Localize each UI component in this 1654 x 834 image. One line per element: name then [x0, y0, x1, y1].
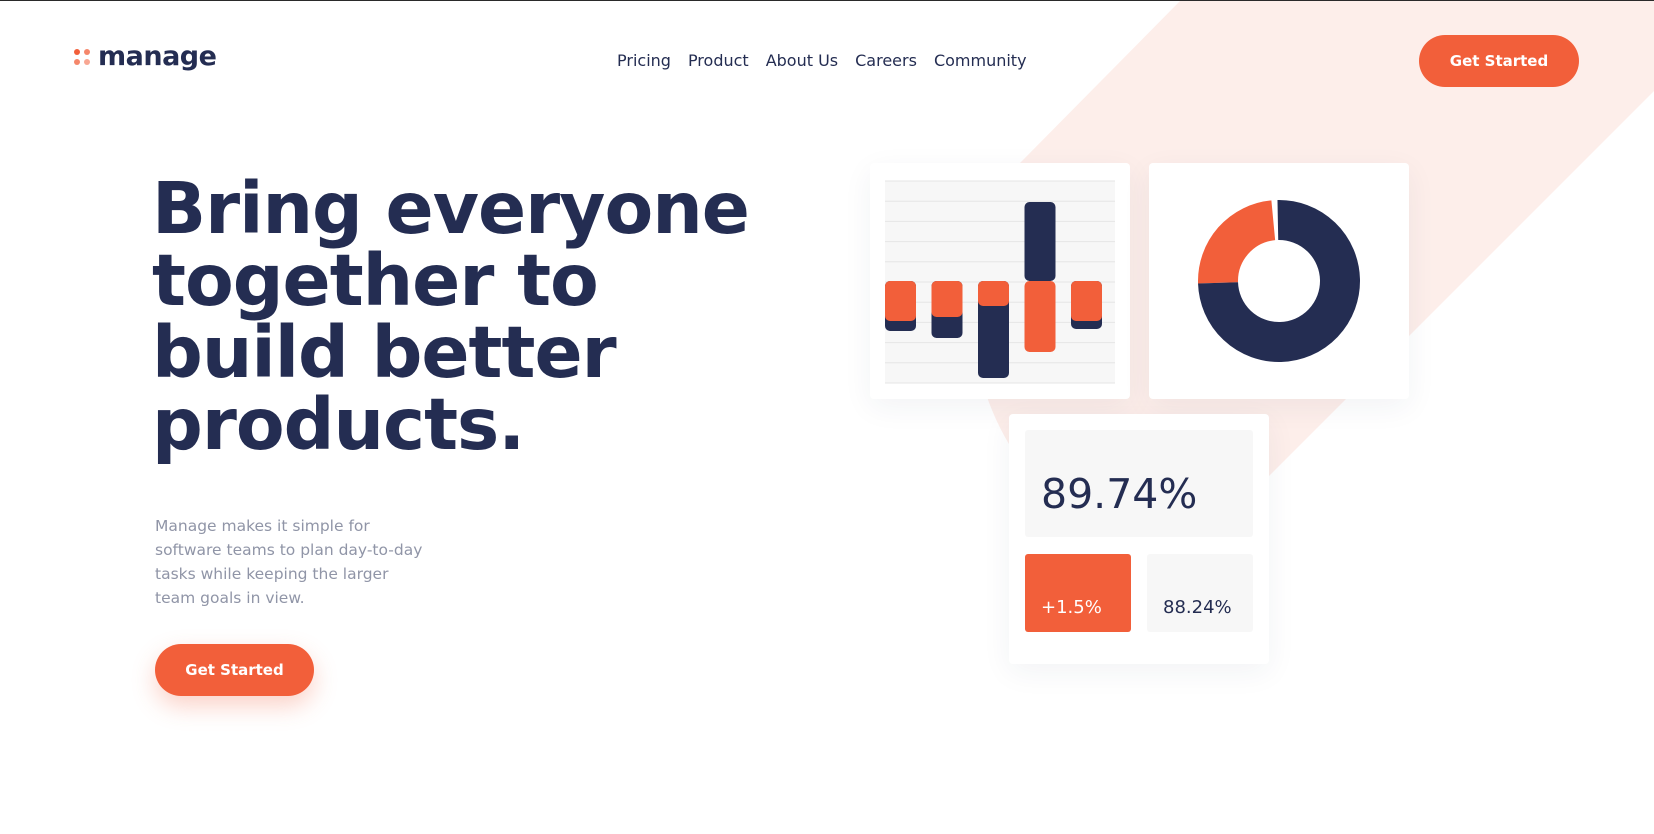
logo[interactable]: manage — [74, 41, 217, 72]
bar-segment — [1071, 281, 1102, 321]
bar-segment — [931, 281, 963, 317]
nav-pricing[interactable]: Pricing — [617, 51, 671, 70]
nav-careers[interactable]: Careers — [855, 51, 917, 70]
donut-slice — [1198, 200, 1277, 284]
bar-segment — [978, 281, 1009, 306]
nav-product[interactable]: Product — [688, 51, 749, 70]
bar-segment — [1024, 202, 1056, 281]
header-get-started-button[interactable]: Get Started — [1419, 35, 1579, 87]
logo-icon — [74, 48, 90, 65]
bar-segment — [885, 281, 916, 321]
secondary-stat-value: 88.24% — [1163, 597, 1232, 618]
donut-chart-card — [1149, 163, 1409, 399]
bar-segment — [1024, 281, 1056, 352]
hero-get-started-button[interactable]: Get Started — [155, 644, 314, 696]
hero-headline: Bring everyone together to build better … — [152, 167, 750, 466]
stats-card: 89.74% +1.5% 88.24% — [1009, 414, 1269, 664]
hero-subtext: Manage makes it simple for software team… — [155, 517, 423, 607]
bar-chart-card — [870, 163, 1130, 399]
main-nav: Pricing Product About Us Careers Communi… — [617, 51, 1027, 70]
bar-chart — [885, 180, 1115, 384]
change-stat-value: +1.5% — [1041, 597, 1102, 618]
nav-community[interactable]: Community — [934, 51, 1027, 70]
donut-chart — [1198, 200, 1360, 362]
secondary-stat-tile: 88.24% — [1147, 554, 1253, 632]
nav-about-us[interactable]: About Us — [766, 51, 838, 70]
main-stat-tile: 89.74% — [1025, 430, 1253, 537]
main-stat-value: 89.74% — [1041, 470, 1198, 518]
change-stat-tile: +1.5% — [1025, 554, 1131, 632]
logo-wordmark: manage — [98, 41, 217, 72]
